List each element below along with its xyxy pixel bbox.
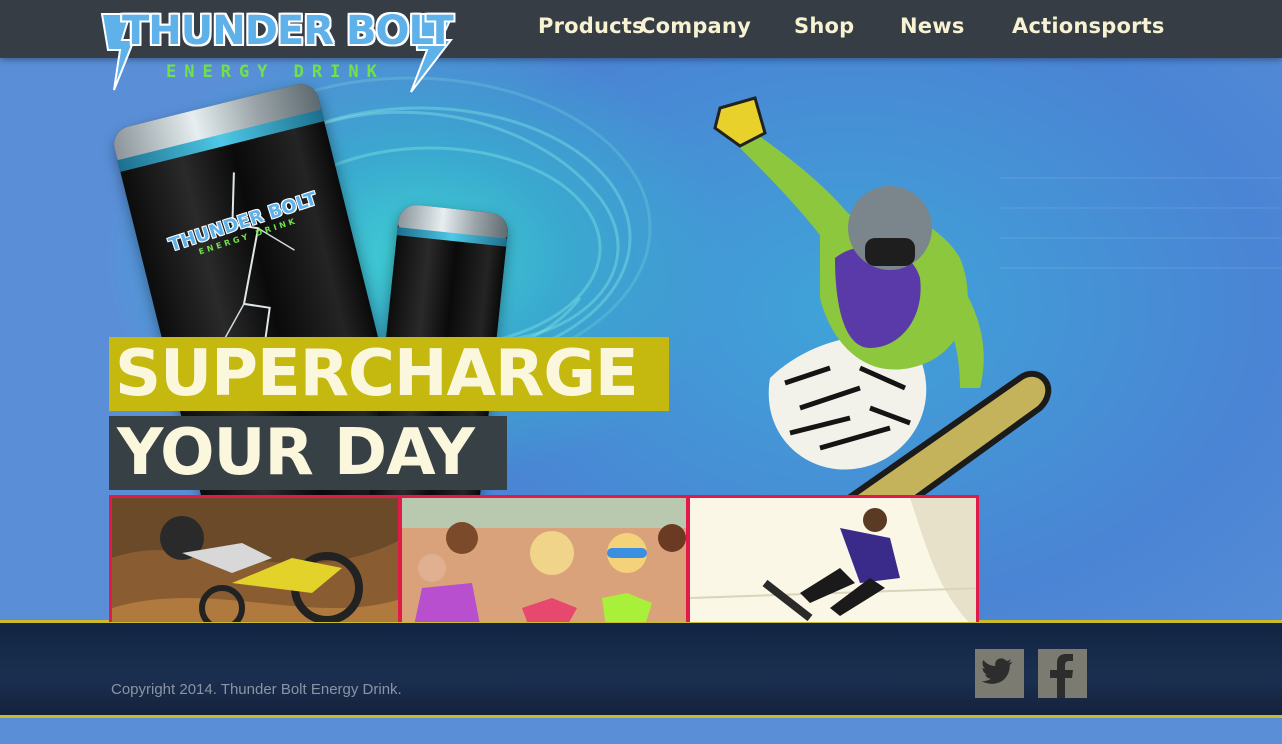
- headline-banner-line2: YOUR DAY: [109, 416, 507, 490]
- brand-logo[interactable]: THUNDER BOLT ENERGY DRINK: [100, 6, 460, 94]
- thumbnail-motocross[interactable]: [109, 495, 401, 622]
- nav-item-news[interactable]: News: [900, 14, 965, 38]
- nav-item-products[interactable]: Products: [538, 14, 645, 38]
- bottom-background-strip: [0, 718, 1282, 744]
- headline-text-line2: YOUR DAY: [117, 416, 475, 490]
- copyright-text: Copyright 2014. Thunder Bolt Energy Drin…: [111, 681, 402, 698]
- site-footer: Copyright 2014. Thunder Bolt Energy Drin…: [0, 620, 1282, 718]
- twitter-icon: [981, 658, 1013, 684]
- headline-banner-line1: SUPERCHARGE: [109, 337, 669, 411]
- twitter-button[interactable]: [975, 649, 1024, 698]
- thumbnail-beach-party[interactable]: [399, 495, 689, 622]
- beach-party-image: [402, 498, 686, 622]
- nav-item-company[interactable]: Company: [640, 14, 751, 38]
- motocross-image: [112, 498, 398, 622]
- skateboarder-image: [690, 498, 976, 622]
- feature-thumbnails: [109, 495, 979, 622]
- thumbnail-skateboarder[interactable]: [687, 495, 979, 622]
- logo-wordmark: THUNDER BOLT: [122, 8, 454, 54]
- nav-item-actionsports[interactable]: Actionsports: [1012, 14, 1165, 38]
- facebook-button[interactable]: [1038, 649, 1087, 698]
- hero-banner: THUNDER BOLT ENERGY DRINK SUPERCHARGE YO…: [0, 58, 1282, 622]
- facebook-icon: [1050, 654, 1073, 698]
- nav-item-shop[interactable]: Shop: [794, 14, 854, 38]
- headline-text-line1: SUPERCHARGE: [115, 337, 639, 411]
- logo-tagline: ENERGY DRINK: [166, 62, 385, 82]
